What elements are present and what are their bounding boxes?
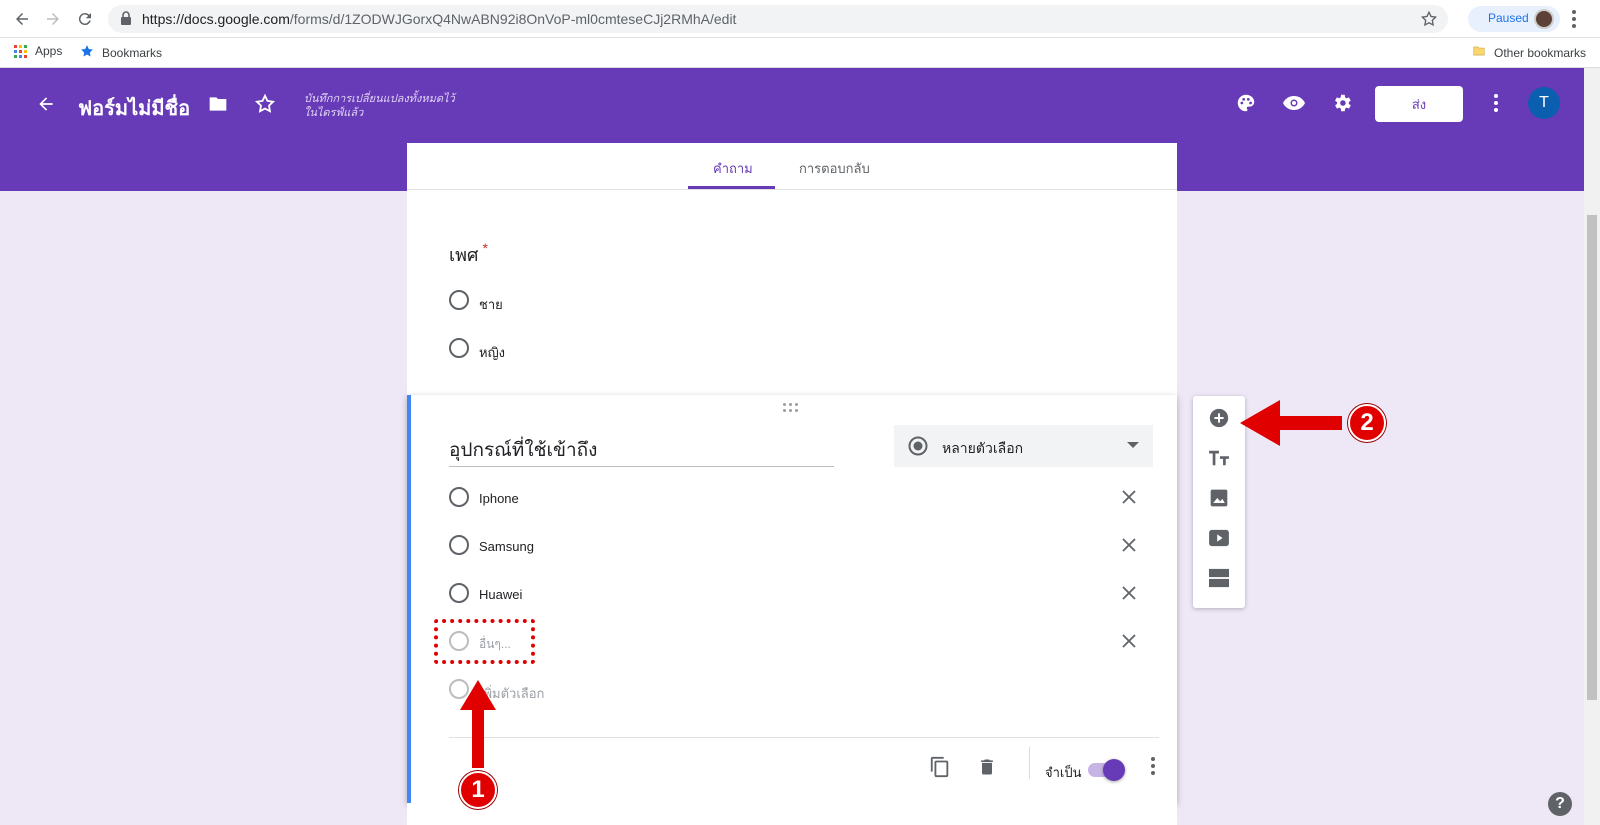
remove-option-icon[interactable]: [1119, 487, 1139, 507]
add-section-icon[interactable]: [1207, 566, 1231, 590]
left-arrow-annotation: [1240, 400, 1342, 446]
bookmarks-bar: Apps Bookmarks Other bookmarks: [0, 38, 1600, 68]
paused-label: Paused: [1488, 11, 1529, 25]
tab-responses[interactable]: การตอบกลับ: [799, 158, 870, 179]
step-badge-2: 2: [1348, 404, 1386, 442]
radio-checked-icon: [908, 436, 928, 461]
active-tab-indicator: [688, 186, 775, 189]
up-arrow-annotation: [460, 680, 496, 768]
forward-arrow-icon[interactable]: [43, 9, 63, 29]
form-title[interactable]: ฟอร์มไม่มีชื่อ: [78, 92, 190, 124]
lock-icon: [120, 11, 132, 30]
bookmarks-shortcut[interactable]: Bookmarks: [80, 44, 162, 61]
remove-option-icon[interactable]: [1119, 583, 1139, 603]
apps-label: Apps: [35, 44, 63, 58]
radio-button: [449, 487, 469, 507]
star-icon[interactable]: [253, 92, 277, 116]
apps-shortcut[interactable]: Apps: [14, 44, 62, 58]
account-avatar[interactable]: T: [1528, 87, 1560, 119]
help-button[interactable]: ?: [1548, 792, 1572, 816]
add-video-icon[interactable]: [1207, 526, 1231, 550]
save-status: บันทึกการเปลี่ยนแปลงทั้งหมดไว้ ในไดรฟ์แล…: [304, 93, 455, 119]
url-omnibox[interactable]: https://docs.google.com/forms/d/1ZODWJGo…: [108, 5, 1448, 33]
blue-star-icon: [80, 44, 94, 61]
option-input[interactable]: Iphone: [479, 491, 519, 506]
radio-button: [449, 535, 469, 555]
remove-option-icon[interactable]: [1119, 631, 1139, 651]
more-vert-icon[interactable]: [1490, 92, 1502, 114]
question-card-gender[interactable]: เพศ * ชาย หญิง: [407, 190, 1177, 395]
radio-button[interactable]: [449, 338, 469, 358]
highlight-box: [434, 619, 535, 664]
question-title-input[interactable]: อุปกรณ์ที่ใช้เข้าถึง: [449, 435, 834, 467]
chrome-menu-icon[interactable]: [1572, 10, 1576, 33]
url-text: https://docs.google.com/forms/d/1ZODWJGo…: [142, 11, 737, 27]
add-question-icon[interactable]: [1207, 406, 1231, 430]
add-title-text-icon[interactable]: [1207, 446, 1231, 470]
next-card-edge: [407, 803, 1177, 825]
question-type-dropdown[interactable]: หลายตัวเลือก: [894, 425, 1153, 467]
floating-toolbar: [1193, 396, 1245, 608]
tab-questions[interactable]: คำถาม: [713, 158, 753, 179]
send-button[interactable]: ส่ง: [1375, 86, 1463, 122]
reload-icon[interactable]: [75, 9, 95, 29]
question-type-label: หลายตัวเลือก: [942, 440, 1024, 456]
option-label: หญิง: [479, 345, 505, 360]
option-input[interactable]: Huawei: [479, 587, 522, 602]
radio-button[interactable]: [449, 290, 469, 310]
step-badge-1: 1: [459, 771, 497, 809]
apps-grid-icon: [14, 44, 27, 58]
back-arrow-icon[interactable]: [12, 9, 32, 29]
footer-separator: [1029, 747, 1030, 779]
chevron-down-icon: [1127, 442, 1139, 448]
back-arrow-icon[interactable]: [34, 92, 58, 116]
form-tabs: คำถาม การตอบกลับ: [407, 143, 1177, 190]
bookmarks-label: Bookmarks: [102, 45, 163, 60]
required-asterisk: *: [482, 240, 488, 256]
question-card-device[interactable]: อุปกรณ์ที่ใช้เข้าถึง หลายตัวเลือก Iphone…: [407, 395, 1177, 803]
preview-eye-icon[interactable]: [1281, 90, 1307, 116]
browser-address-bar: https://docs.google.com/forms/d/1ZODWJGo…: [0, 0, 1600, 38]
profile-paused-button[interactable]: Paused: [1468, 6, 1560, 32]
add-image-icon[interactable]: [1207, 486, 1231, 510]
required-label: จำเป็น: [1045, 765, 1082, 780]
active-card-accent: [407, 395, 411, 803]
settings-gear-icon[interactable]: [1329, 90, 1355, 116]
bookmark-star-icon[interactable]: [1420, 10, 1438, 33]
more-vert-icon[interactable]: [1147, 755, 1159, 777]
card-footer-divider: [449, 737, 1159, 738]
palette-icon[interactable]: [1233, 90, 1259, 116]
folder-icon: [1472, 44, 1486, 61]
drag-handle-icon[interactable]: [783, 403, 798, 412]
option-label: ชาย: [479, 297, 503, 312]
option-input[interactable]: Samsung: [479, 539, 534, 554]
delete-trash-icon[interactable]: [975, 755, 999, 779]
other-bookmarks-label: Other bookmarks: [1494, 45, 1587, 60]
question-title: เพศ *: [449, 240, 488, 265]
duplicate-icon[interactable]: [928, 755, 952, 779]
profile-avatar: [1534, 9, 1554, 29]
folder-icon[interactable]: [205, 92, 231, 116]
other-bookmarks[interactable]: Other bookmarks: [1472, 44, 1586, 61]
required-toggle-knob[interactable]: [1103, 759, 1125, 781]
radio-button: [449, 583, 469, 603]
remove-option-icon[interactable]: [1119, 535, 1139, 555]
scrollbar-thumb[interactable]: [1587, 215, 1597, 700]
